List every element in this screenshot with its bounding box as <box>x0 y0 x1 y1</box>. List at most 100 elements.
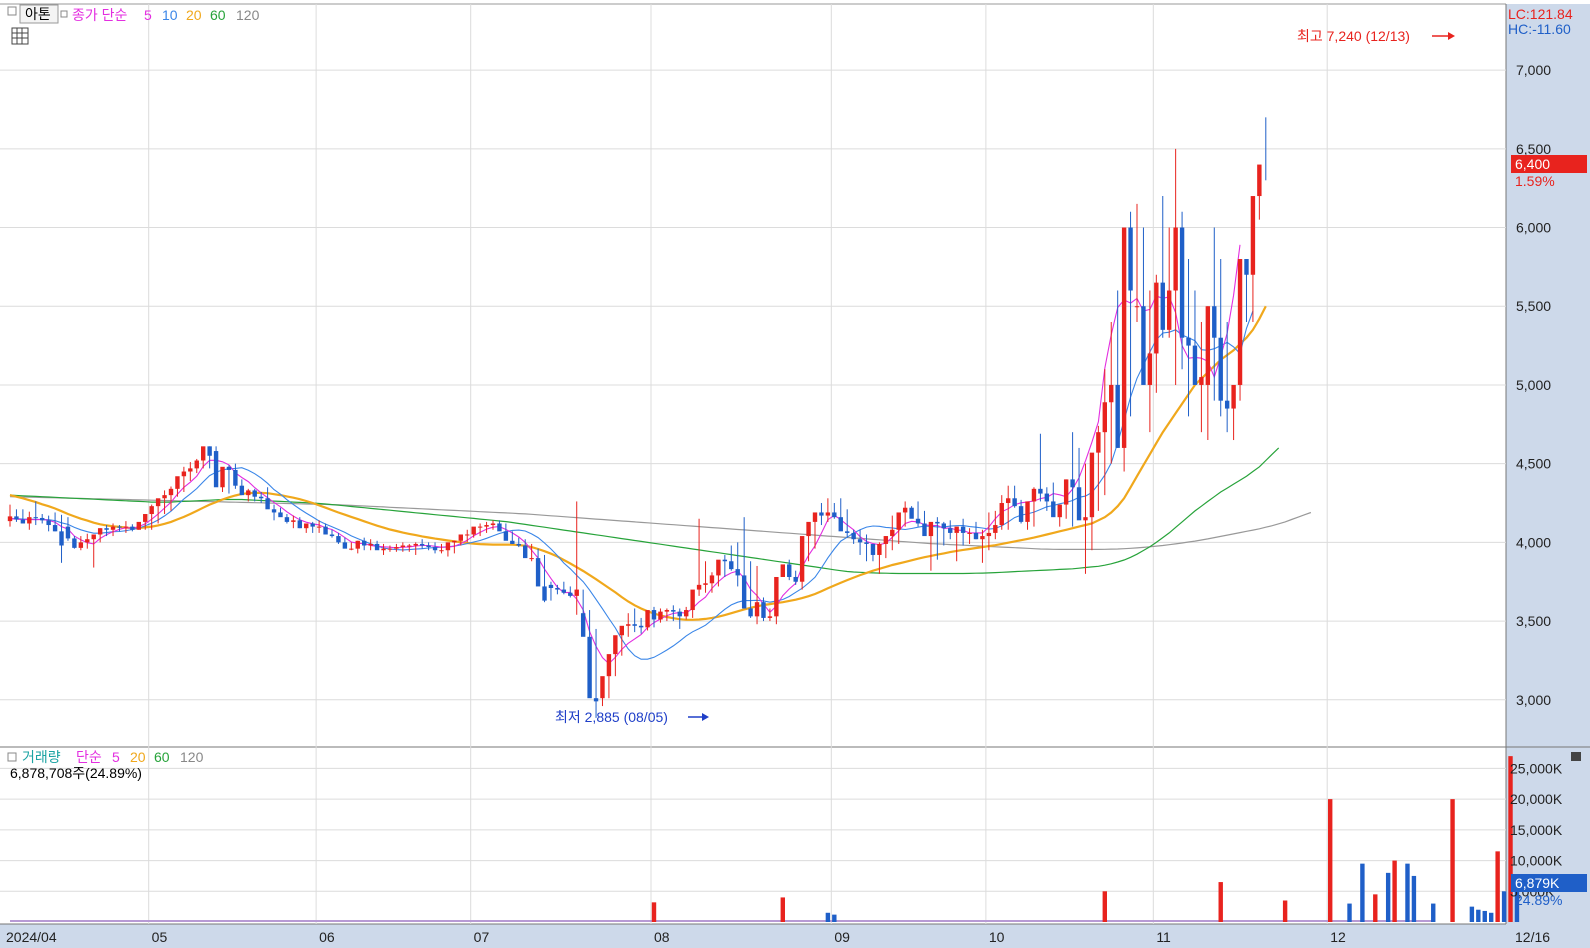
table-grid-icon[interactable] <box>11 27 29 45</box>
stock-name[interactable]: 아톤 <box>25 6 51 22</box>
candle[interactable] <box>136 521 141 530</box>
candle-body <box>284 517 290 522</box>
candle-body <box>587 636 592 699</box>
candle-body <box>555 588 560 590</box>
candle-body <box>1250 196 1256 275</box>
volume-bar <box>1282 900 1288 922</box>
candle-body <box>819 512 824 516</box>
current-price: 6,400 <box>1515 156 1550 172</box>
candle-body <box>188 468 193 472</box>
candle-body <box>1192 345 1198 385</box>
candle-body <box>523 545 528 559</box>
volume-pane-collapse-icon[interactable] <box>1571 752 1581 761</box>
candle-body <box>993 525 998 533</box>
ma20-label[interactable]: 20 <box>186 7 202 23</box>
ma-type-label[interactable]: 종가 단순 <box>72 7 128 23</box>
candle-body <box>580 613 586 637</box>
volume-ma-type-label[interactable]: 단순 <box>76 749 102 765</box>
candle[interactable] <box>213 446 219 488</box>
candle-body <box>896 512 901 530</box>
candle-body <box>439 550 444 552</box>
candle-body <box>465 534 470 536</box>
price-tick-label: 5,500 <box>1516 298 1551 314</box>
volume-bar <box>1411 875 1417 922</box>
candle-body <box>1244 259 1249 275</box>
ma120-label[interactable]: 120 <box>236 7 260 23</box>
ma-settings-icon[interactable] <box>60 10 68 18</box>
volume-bar <box>1482 910 1487 922</box>
candle[interactable] <box>909 506 914 519</box>
price-tick-label: 5,000 <box>1516 377 1551 393</box>
candle-body <box>741 575 747 609</box>
stock-chart[interactable]: 3,000 3,500 4,000 4,500 5,000 5,500 6,000 6,500… <box>0 0 1590 948</box>
volume-ma60-label[interactable]: 60 <box>154 749 170 765</box>
volume-bar <box>651 902 657 922</box>
candle-body <box>104 528 109 530</box>
candle[interactable] <box>1121 227 1127 472</box>
candle-body <box>419 543 425 546</box>
x-tick-label: 10 <box>989 929 1005 945</box>
header-square-icon[interactable] <box>7 6 17 16</box>
candle-body <box>838 517 843 532</box>
price-tick-label: 6,000 <box>1516 220 1551 236</box>
candle-body <box>458 534 463 541</box>
candle-body <box>980 536 985 540</box>
candle[interactable] <box>1237 259 1243 401</box>
volume-ma5-label[interactable]: 5 <box>112 749 120 765</box>
candle-body <box>1057 504 1062 518</box>
candle-body <box>935 521 940 524</box>
candle-body <box>1237 259 1243 385</box>
candle-body <box>941 523 946 529</box>
candle-body <box>626 624 631 626</box>
x-tick-label: 08 <box>654 929 670 945</box>
candle-body <box>497 523 502 532</box>
candle-body <box>1115 384 1120 448</box>
volume-ma20-label[interactable]: 20 <box>130 749 146 765</box>
candle-body <box>877 543 882 555</box>
candle[interactable] <box>799 536 805 590</box>
candle-body <box>220 466 225 488</box>
x-tick-label: 12/16 <box>1515 929 1550 945</box>
candle-body <box>136 521 141 530</box>
volume-label[interactable]: 거래량 <box>22 749 61 765</box>
ma60-label[interactable]: 60 <box>210 7 226 23</box>
candle-body <box>297 520 302 529</box>
low-annotation: 최저 2,885 (08/05) <box>555 709 668 725</box>
candle-body <box>213 451 219 488</box>
candle-body <box>632 624 637 626</box>
candle-body <box>864 542 869 544</box>
candle-body <box>168 488 174 496</box>
volume-header-square-icon[interactable] <box>7 752 17 762</box>
candle-body <box>1012 498 1017 507</box>
candle-body <box>207 446 212 456</box>
candle-body <box>857 539 863 543</box>
candle-body <box>226 466 232 470</box>
candle-body <box>194 460 199 469</box>
current-change-pct: 1.59% <box>1515 173 1555 189</box>
chart-background <box>0 0 1590 948</box>
candle-body <box>1018 506 1024 522</box>
candle-body <box>883 536 889 544</box>
volume-bar <box>832 914 837 922</box>
volume-ma120-label[interactable]: 120 <box>180 749 204 765</box>
price-tick-label: 4,500 <box>1516 456 1551 472</box>
ma10-label[interactable]: 10 <box>162 7 178 23</box>
candle-body <box>600 676 605 699</box>
x-tick-label: 05 <box>152 929 168 945</box>
volume-bar <box>1102 891 1107 922</box>
candle-body <box>999 503 1004 526</box>
candle-body <box>1070 479 1075 488</box>
candle-body <box>387 548 393 550</box>
candle-body <box>503 531 509 541</box>
candle-body <box>1089 452 1095 518</box>
candle-body <box>1231 384 1236 409</box>
volume-bar <box>1431 903 1436 922</box>
candle-body <box>845 531 850 533</box>
candle-body <box>484 525 489 527</box>
candle-body <box>799 536 805 582</box>
x-axis-panel <box>0 924 1590 948</box>
candle-body <box>143 514 148 522</box>
candle-body <box>432 547 438 551</box>
candle-body <box>761 602 766 618</box>
ma5-label[interactable]: 5 <box>144 7 152 23</box>
